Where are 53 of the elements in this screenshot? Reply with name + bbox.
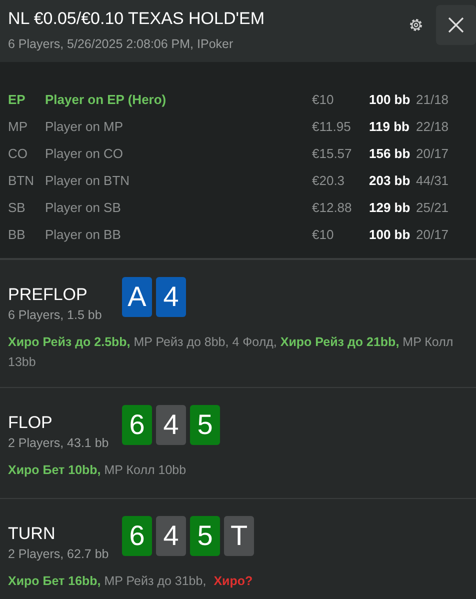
close-button[interactable] [436, 5, 476, 45]
close-icon [447, 16, 465, 34]
playing-card: 5 [190, 516, 220, 556]
playing-card: 6 [122, 405, 152, 445]
playing-card: A [122, 277, 152, 317]
playing-card: 5 [190, 405, 220, 445]
player-stack-bb: 119 bb [369, 119, 410, 134]
playing-card: 4 [156, 516, 186, 556]
player-position: BTN [8, 173, 35, 188]
action-summary: Хиро Бет 10bb, MP Колл 10bb [8, 462, 188, 479]
player-name: Player on CO [45, 146, 124, 161]
playing-card: 4 [156, 405, 186, 445]
player-stack-bb: 156 bb [369, 146, 412, 161]
player-stack: €10 [312, 92, 335, 107]
street-name: TURN [8, 524, 56, 544]
player-stats: 21/18 [416, 92, 450, 107]
playing-card: 6 [122, 516, 152, 556]
player-position: CO [8, 146, 28, 161]
settings-icon[interactable] [408, 17, 424, 33]
street-info: 6 Players, 1.5 bb [8, 308, 103, 322]
street-name: FLOP [8, 413, 54, 433]
player-name: Player on SB [45, 200, 122, 215]
hand-subtitle: 6 Players, 5/26/2025 2:08:06 PM, IPoker [8, 37, 234, 51]
player-stack-bb: 203 bb [369, 173, 412, 188]
player-stats: 20/17 [416, 227, 450, 242]
player-stack-bb: 129 bb [369, 200, 412, 215]
player-stack: €20.3 [312, 173, 346, 188]
player-name: Player on EP (Hero) [45, 92, 168, 107]
street-name: PREFLOP [8, 285, 88, 305]
player-name: Player on BTN [45, 173, 131, 188]
action-summary: Хиро Рейз до 2.5bb, MP Рейз до 8bb, 4 Фолд, Хиро Рейз до 21bb, MP Колл 13bb [8, 334, 454, 371]
player-stack: €12.88 [312, 200, 353, 215]
player-stack-bb: 100 bb [369, 227, 412, 242]
street-info: 2 Players, 62.7 bb [8, 547, 110, 561]
player-position: MP [8, 119, 28, 134]
playing-card: T [224, 516, 254, 556]
player-stats: 44/31 [416, 173, 450, 188]
player-position: EP [8, 92, 26, 107]
player-position: BB [8, 227, 26, 242]
street-info: 2 Players, 43.1 bb [8, 436, 110, 450]
player-stack: €11.95 [312, 119, 352, 134]
player-stack: €10 [312, 227, 335, 242]
hand-title: NL €0.05/€0.10 TEXAS HOLD'EM [8, 9, 266, 29]
player-stats: 25/21 [416, 200, 450, 215]
player-stack: €15.57 [312, 146, 353, 161]
player-name: Player on MP [45, 119, 124, 134]
player-stats: 22/18 [416, 119, 450, 134]
playing-card: 4 [156, 277, 186, 317]
player-name: Player on BB [45, 227, 122, 242]
player-stats: 20/17 [416, 146, 450, 161]
action-summary: Хиро Бет 16bb, MP Рейз до 31bb, Хиро? [8, 573, 254, 590]
player-position: SB [8, 200, 26, 215]
player-stack-bb: 100 bb [369, 92, 412, 107]
